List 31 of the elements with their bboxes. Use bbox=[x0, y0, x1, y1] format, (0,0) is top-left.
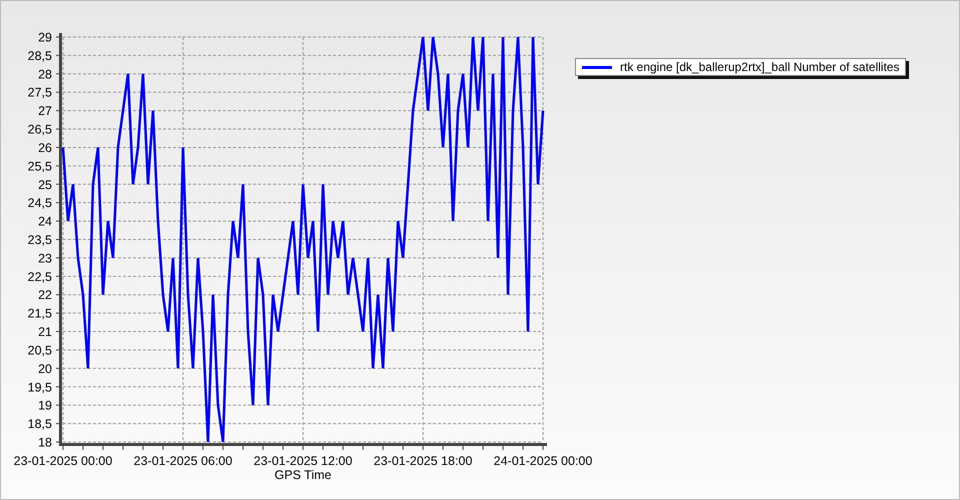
x-tick-label: 23-01-2025 18:00 bbox=[374, 454, 472, 468]
y-tick-label: 20 bbox=[38, 362, 52, 376]
y-tick-label: 28,5 bbox=[28, 48, 52, 63]
y-tick-label: 23 bbox=[38, 251, 52, 266]
x-tick-label: 23-01-2025 12:00 bbox=[254, 454, 352, 468]
legend-label: rtk engine [dk_ballerup2rtx]_ball Number of satellites bbox=[620, 60, 900, 74]
x-axis-title: GPS Time bbox=[274, 468, 332, 482]
y-tick-label: 27,5 bbox=[28, 86, 52, 100]
legend-swatch bbox=[582, 66, 612, 68]
y-tick-label: 20,5 bbox=[28, 343, 52, 358]
y-tick-label: 22,5 bbox=[28, 270, 52, 284]
y-tick-label: 24,5 bbox=[28, 196, 52, 210]
x-tick-label: 24-01-2025 00:00 bbox=[494, 454, 592, 468]
y-tick-label: 22 bbox=[38, 288, 52, 302]
y-tick-label: 19 bbox=[38, 398, 52, 413]
y-tick-label: 23,5 bbox=[28, 233, 52, 247]
y-tick-label: 28 bbox=[38, 67, 52, 82]
y-tick-label: 26,5 bbox=[28, 122, 52, 137]
y-tick-label: 25 bbox=[38, 178, 52, 192]
y-tick-label: 18 bbox=[38, 436, 52, 450]
y-tick-label: 29 bbox=[38, 30, 52, 44]
y-tick-label: 18,5 bbox=[28, 417, 52, 432]
y-tick-label: 25,5 bbox=[28, 159, 52, 174]
y-tick-label: 21 bbox=[38, 325, 52, 340]
x-tick-label: 23-01-2025 00:00 bbox=[14, 454, 112, 468]
y-tick-label: 24 bbox=[38, 214, 52, 229]
x-tick-label: 23-01-2025 06:00 bbox=[134, 454, 232, 468]
y-tick-label: 19,5 bbox=[28, 380, 52, 394]
y-tick-label: 21,5 bbox=[28, 306, 52, 321]
y-tick-label: 27 bbox=[38, 104, 52, 118]
y-tick-label: 26 bbox=[38, 140, 52, 155]
